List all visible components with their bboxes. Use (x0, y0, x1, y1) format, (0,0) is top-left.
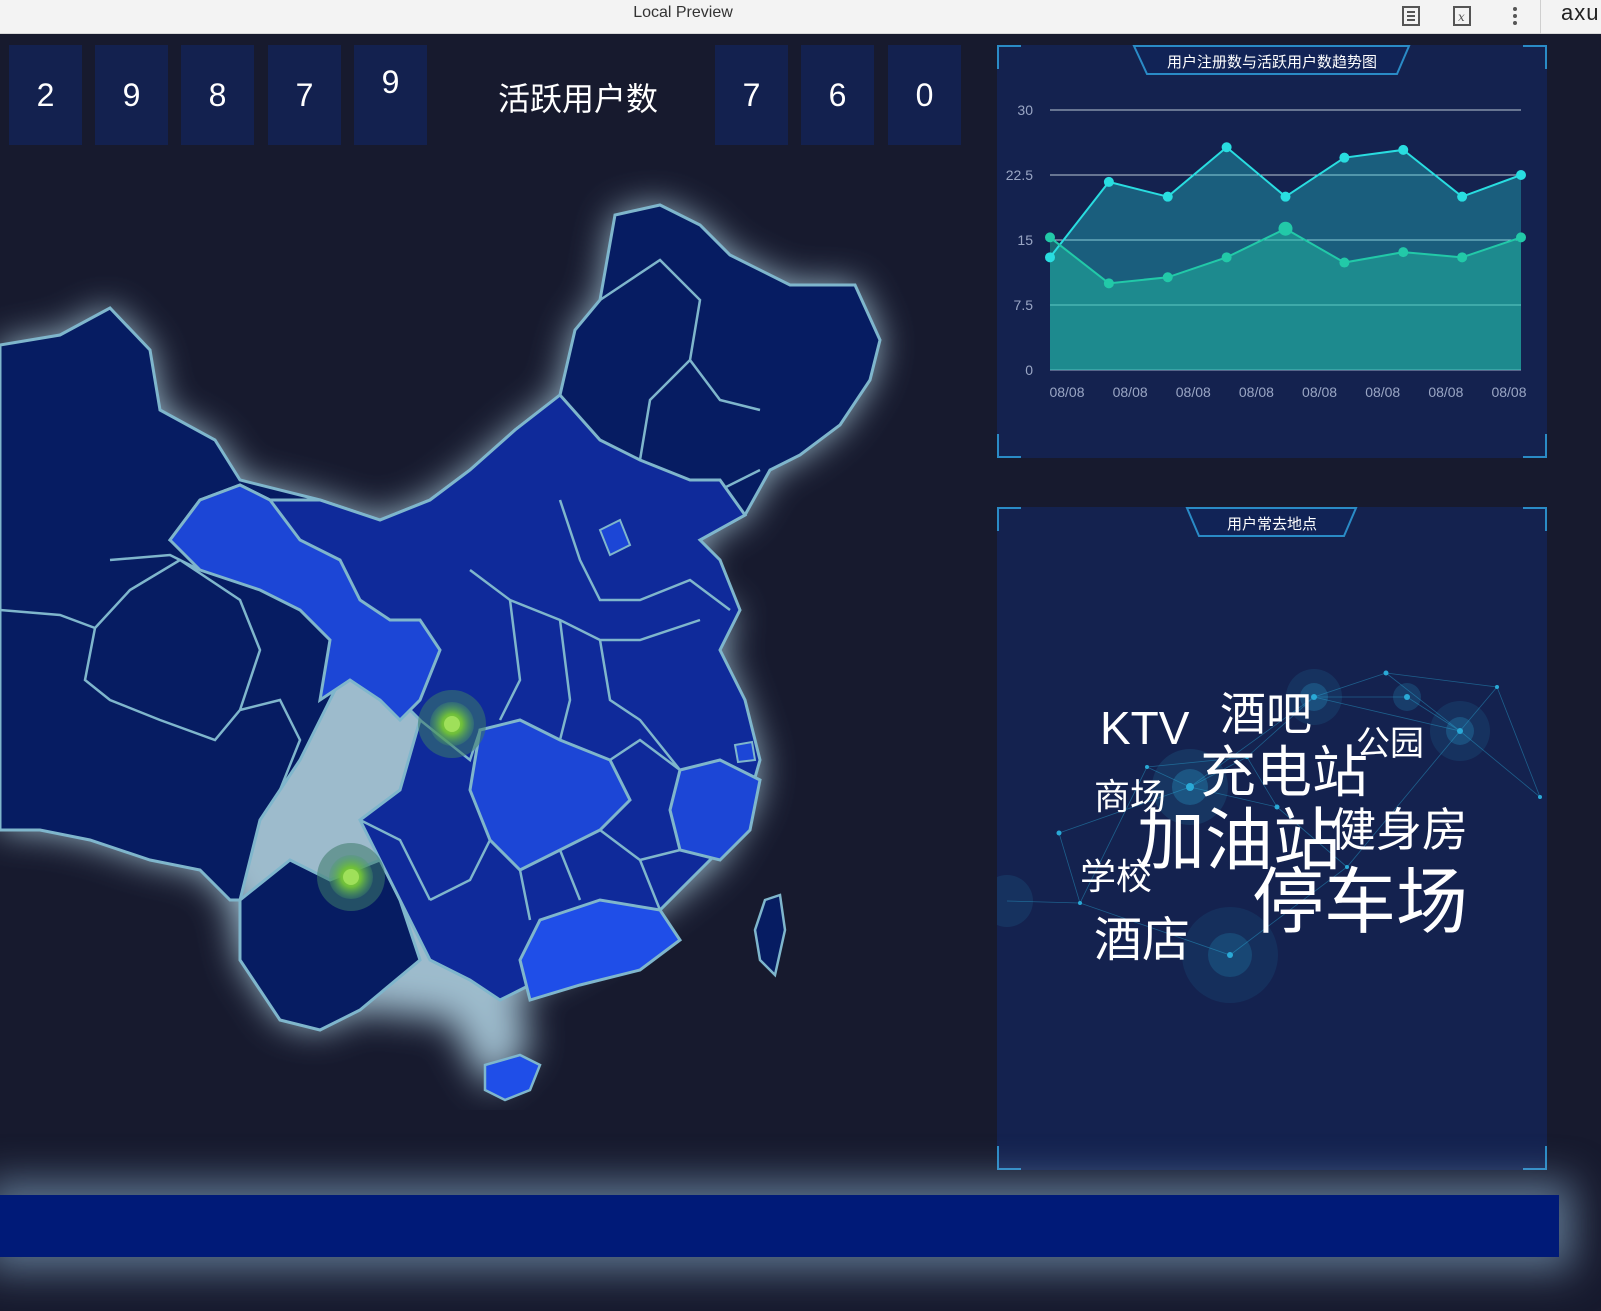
data-point (1398, 144, 1409, 155)
svg-text:x: x (1458, 10, 1465, 24)
word-ktv: KTV (1100, 702, 1190, 754)
word-school: 学校 (1080, 856, 1153, 897)
map-marker-southwest[interactable] (317, 843, 385, 911)
more-options-icon[interactable] (1502, 3, 1528, 29)
x-tick-label: 08/08 (1176, 384, 1211, 400)
word-charging-station: 充电站 (1200, 741, 1368, 804)
x-tick-label: 08/08 (1428, 384, 1463, 400)
x-tick-label: 08/08 (1302, 384, 1337, 400)
data-point (1398, 247, 1409, 258)
active-digit-3: 0 (888, 45, 961, 145)
registered-digit-5: 9 (354, 45, 427, 145)
data-point (1045, 232, 1055, 243)
registered-digit-4: 7 (268, 45, 341, 145)
data-point (1278, 221, 1293, 236)
data-point (1339, 257, 1350, 268)
page-notes-icon[interactable] (1398, 3, 1424, 29)
data-point (1162, 191, 1173, 202)
data-point (1457, 191, 1468, 202)
data-point (1457, 252, 1468, 263)
x-tick-label: 08/08 (1239, 384, 1274, 400)
registered-digit-1: 2 (9, 45, 82, 145)
browser-top-bar: Local Preview x axu (0, 0, 1601, 34)
active-digit-2: 6 (801, 45, 874, 145)
data-point (1221, 142, 1232, 153)
window-title: Local Preview (633, 4, 733, 21)
word-hotel: 酒店 (1094, 914, 1191, 967)
y-tick-label: 30 (1017, 102, 1033, 118)
places-panel: 用户常去地点 KTV 酒吧 公园 充电站 商场 健身房 加油站 学校 停车场 酒… (997, 507, 1547, 1170)
trend-chart[interactable]: 0 7.5 15 22.5 30 08/08 08/08 08/08 08/08 08/08 08/… (997, 45, 1547, 458)
y-tick-label: 7.5 (1014, 297, 1034, 313)
y-tick-label: 22.5 (1006, 167, 1033, 183)
word-parking-lot: 停车场 (1252, 863, 1469, 943)
brand-logo: axu (1561, 0, 1600, 25)
data-point (1516, 170, 1526, 180)
data-point (1103, 278, 1114, 289)
china-map[interactable] (0, 150, 960, 1110)
data-point (1516, 232, 1526, 243)
variables-icon[interactable]: x (1449, 3, 1475, 29)
registered-digit-2: 9 (95, 45, 168, 145)
y-tick-label: 0 (1025, 362, 1033, 378)
data-point (1162, 272, 1173, 283)
data-point (1221, 252, 1232, 263)
word-bar: 酒吧 (1220, 688, 1312, 740)
data-point (1103, 176, 1114, 187)
active-digit-1: 7 (715, 45, 788, 145)
trend-chart-panel: 用户注册数与活跃用户数趋势图 0 7.5 15 22.5 30 08/08 08/08 08/… (997, 45, 1547, 458)
active-users-label: 活跃用户数 (497, 81, 658, 117)
word-gym: 健身房 (1330, 804, 1468, 856)
x-tick-label: 08/08 (1049, 384, 1084, 400)
map-marker-central[interactable] (418, 690, 486, 758)
x-tick-label: 08/08 (1491, 384, 1526, 400)
data-point (1280, 191, 1291, 202)
x-tick-label: 08/08 (1365, 384, 1400, 400)
registered-digit-3: 8 (181, 45, 254, 145)
data-point (1339, 152, 1350, 163)
x-tick-label: 08/08 (1113, 384, 1148, 400)
data-point (1045, 252, 1055, 263)
bottom-bar (0, 1195, 1559, 1257)
toolbar-separator (1540, 0, 1541, 34)
y-tick-label: 15 (1017, 232, 1033, 248)
